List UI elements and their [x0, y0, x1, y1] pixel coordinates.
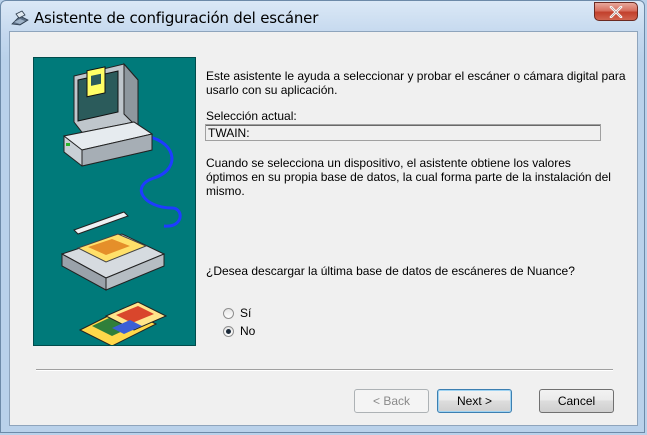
radio-yes[interactable]: Sí [223, 305, 251, 321]
radio-no[interactable]: No [223, 323, 255, 339]
info-text: Cuando se selecciona un dispositivo, el … [206, 156, 611, 198]
wizard-illustration [33, 57, 196, 347]
close-icon [609, 6, 623, 18]
scanner-icon [60, 211, 166, 291]
wizard-client-area: Este asistente le ayuda a seleccionar y … [9, 31, 638, 426]
current-selection-field[interactable]: TWAIN: [205, 124, 601, 141]
intro-text: Este asistente le ayuda a seleccionar y … [206, 69, 626, 97]
next-button[interactable]: Next > [437, 389, 512, 413]
computer-scanner-illustration [60, 62, 182, 347]
computer-case-icon [62, 121, 154, 167]
title-bar: Asistente de configuración del escáner [1, 1, 644, 33]
scanner-wizard-window: Asistente de configuración del escáner E… [0, 0, 645, 433]
download-question: ¿Desea descargar la última base de datos… [206, 264, 575, 278]
radio-no-indicator[interactable] [223, 325, 234, 337]
scanner-wizard-icon [11, 10, 29, 26]
back-button[interactable]: < Back [354, 389, 429, 413]
current-selection-label: Selección actual: [206, 109, 297, 123]
window-title: Asistente de configuración del escáner [34, 9, 319, 27]
photos-icon [78, 301, 168, 347]
radio-yes-indicator[interactable] [223, 307, 234, 319]
close-button[interactable] [594, 2, 638, 21]
radio-no-label: No [240, 324, 256, 338]
cancel-button[interactable]: Cancel [539, 389, 614, 413]
button-separator [36, 369, 613, 371]
radio-yes-label: Sí [240, 306, 252, 320]
